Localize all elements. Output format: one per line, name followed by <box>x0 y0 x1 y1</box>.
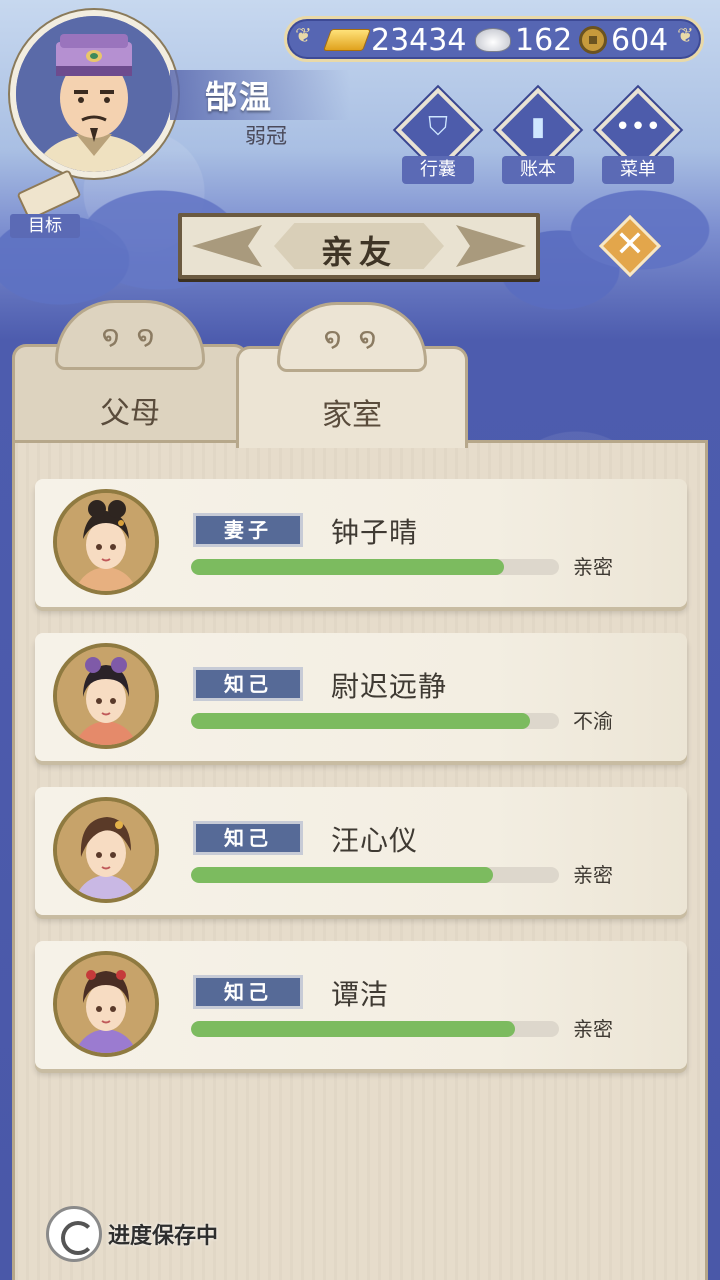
cloud-swirl-icon: ໑ ໑ <box>101 319 159 352</box>
cloud-swirl-icon: ໑ ໑ <box>323 321 381 354</box>
affinity-bar <box>191 867 559 883</box>
relation-tag: 知己 <box>193 975 303 1009</box>
save-indicator: 进度保存中 <box>46 1206 218 1262</box>
tab-parents-label: 父母 <box>100 396 160 431</box>
silver-amount: 162 <box>515 22 573 58</box>
menu-label: 菜单 <box>602 156 674 184</box>
gold-counter: 23434 <box>322 21 467 59</box>
relation-card[interactable]: 知己 尉迟远静 不渝 <box>35 633 687 761</box>
relation-tag: 知己 <box>193 821 303 855</box>
close-icon: ✕ <box>614 224 646 265</box>
relation-card[interactable]: 妻子 钟子晴 亲密 <box>35 479 687 607</box>
woman-portrait-icon <box>57 801 155 899</box>
bag-label: 行囊 <box>402 156 474 184</box>
companion-portrait <box>53 489 159 595</box>
coin-counter: 604 <box>579 21 668 59</box>
ledger-button[interactable]: ▮ 账本 <box>495 87 581 184</box>
tab-household[interactable]: ໑ ໑ 家室 <box>236 302 468 448</box>
menu-button[interactable]: ••• 菜单 <box>595 87 681 184</box>
woman-portrait-icon <box>57 955 155 1053</box>
companion-portrait <box>53 951 159 1057</box>
companion-portrait <box>53 643 159 749</box>
silver-ingot-icon <box>475 28 511 52</box>
companion-name: 谭洁 <box>331 978 390 1011</box>
relation-status: 不渝 <box>573 709 613 733</box>
tab-parents[interactable]: ໑ ໑ 父母 <box>12 300 248 448</box>
player-avatar[interactable] <box>10 10 178 178</box>
affinity-fill <box>191 867 493 883</box>
relation-tag: 妻子 <box>193 513 303 547</box>
companion-name: 尉迟远静 <box>331 670 448 703</box>
relation-status: 亲密 <box>573 863 613 887</box>
woman-portrait-icon <box>57 647 155 745</box>
player-title: 弱冠 <box>245 124 287 148</box>
relation-status: 亲密 <box>573 555 613 579</box>
ledger-label: 账本 <box>502 156 574 184</box>
companion-portrait <box>53 797 159 903</box>
relation-status: 亲密 <box>573 1017 613 1041</box>
player-portrait-icon <box>16 16 172 172</box>
more-icon: ••• <box>614 112 661 142</box>
tab-household-label: 家室 <box>322 398 382 433</box>
page-title-banner: 亲友 <box>178 213 540 279</box>
relation-tag: 知己 <box>193 667 303 701</box>
close-button[interactable]: ✕ <box>598 214 662 278</box>
bag-icon: ⛉ <box>428 112 448 142</box>
bamboo-left-icon: ❦ <box>295 23 312 47</box>
bag-button[interactable]: ⛉ 行囊 <box>395 87 481 184</box>
woman-portrait-icon <box>57 493 155 591</box>
affinity-bar <box>191 1021 559 1037</box>
saving-spinner-icon <box>46 1206 102 1262</box>
currency-bar: ❦ 23434 162 604 ❦ <box>284 16 704 62</box>
affinity-fill <box>191 559 504 575</box>
gold-amount: 23434 <box>371 22 467 58</box>
goal-label: 目标 <box>10 214 80 238</box>
relations-panel: 妻子 钟子晴 亲密 知己 尉迟远静 不渝 知己 汪心仪 亲密 知己 谭洁 亲密 <box>12 440 708 1280</box>
silver-counter: 162 <box>475 21 572 59</box>
bamboo-right-icon: ❦ <box>677 23 694 47</box>
goal-button[interactable]: 目标 <box>10 169 82 240</box>
affinity-fill <box>191 713 530 729</box>
gold-ingot-icon <box>322 29 372 51</box>
companion-name: 钟子晴 <box>331 516 419 549</box>
coin-amount: 604 <box>611 22 669 58</box>
affinity-bar <box>191 559 559 575</box>
copper-coin-icon <box>579 26 607 54</box>
ledger-icon: ▮ <box>530 112 546 142</box>
page-title: 亲友 <box>320 233 397 271</box>
affinity-fill <box>191 1021 515 1037</box>
relation-card[interactable]: 知己 汪心仪 亲密 <box>35 787 687 915</box>
save-status: 进度保存中 <box>108 1224 219 1249</box>
companion-name: 汪心仪 <box>331 824 419 857</box>
relation-card[interactable]: 知己 谭洁 亲密 <box>35 941 687 1069</box>
affinity-bar <box>191 713 559 729</box>
player-name: 郜温 <box>205 78 274 116</box>
